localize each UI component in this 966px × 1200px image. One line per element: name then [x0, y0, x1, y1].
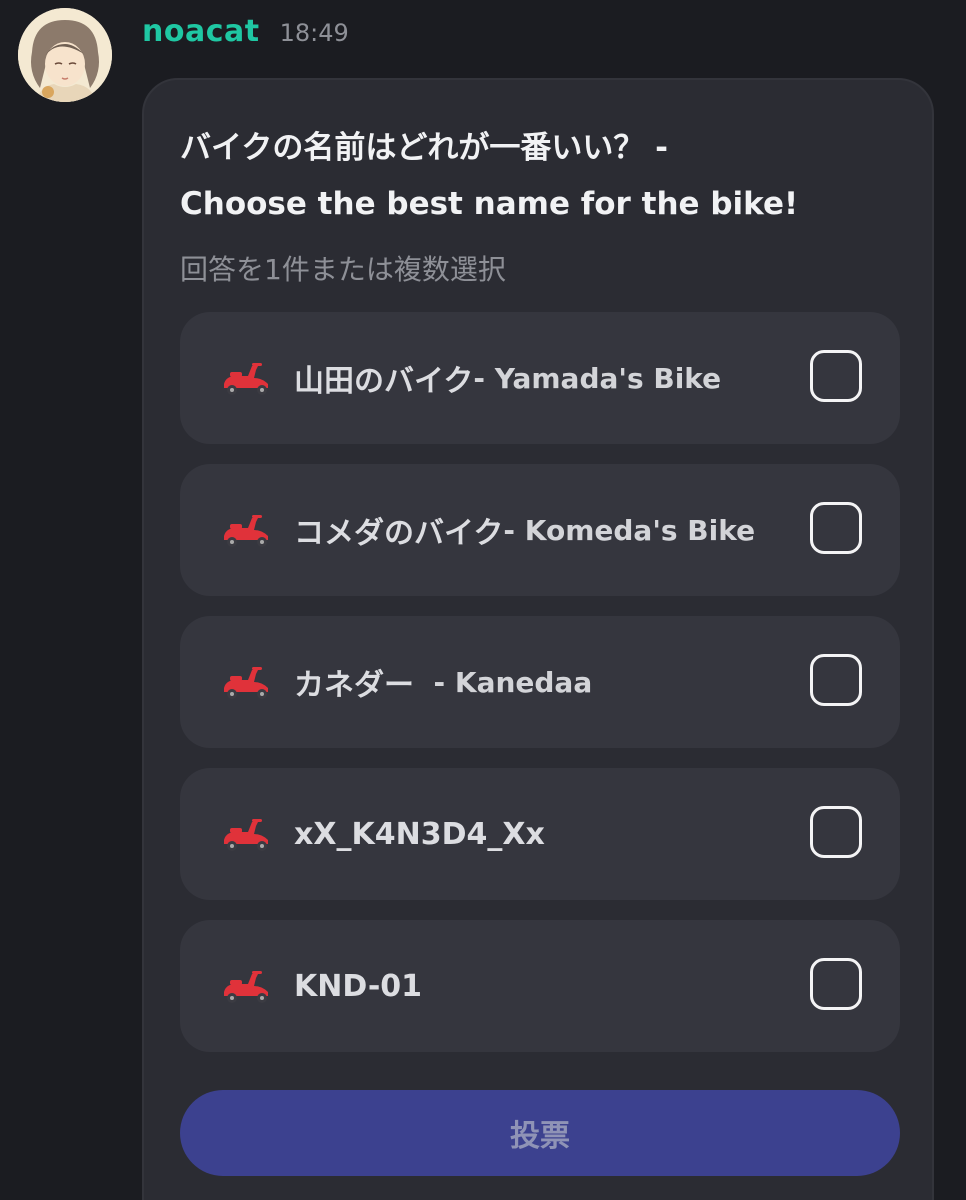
poll-option-3[interactable]: カネダー - Kanedaa: [180, 616, 900, 748]
username[interactable]: noacat: [142, 14, 260, 49]
poll-card: バイクの名前はどれが一番いい？ - Choose the best name f…: [142, 78, 934, 1200]
scooter-icon: [224, 971, 268, 1003]
poll-instructions: 回答を1件または複数選択: [180, 253, 506, 286]
poll-option-2[interactable]: コメダのバイク - Komeda's Bike: [180, 464, 900, 596]
scooter-icon: [224, 515, 268, 547]
poll-option-label-en: - Komeda's Bike: [503, 513, 756, 547]
chat-message: noacat 18:49 バイクの名前はどれが一番いい？ - Choose th…: [0, 0, 966, 1200]
poll-option-label: xX_K4N3D4_Xx: [294, 816, 545, 852]
poll-option-checkbox[interactable]: [810, 654, 862, 706]
poll-option-5[interactable]: KND-01: [180, 920, 900, 1052]
poll-question: バイクの名前はどれが一番いい？ - Choose the best name f…: [180, 120, 880, 232]
message-header: noacat 18:49: [142, 14, 349, 58]
poll-option-checkbox[interactable]: [810, 350, 862, 402]
user-avatar[interactable]: [18, 8, 112, 102]
poll-option-checkbox[interactable]: [810, 806, 862, 858]
scooter-icon: [224, 819, 268, 851]
scooter-icon: [224, 363, 268, 395]
poll-option-checkbox[interactable]: [810, 502, 862, 554]
poll-option-checkbox[interactable]: [810, 958, 862, 1010]
poll-option-label: KND-01: [294, 968, 423, 1004]
poll-question-line-1: バイクの名前はどれが一番いい？ -: [180, 130, 669, 166]
poll-option-label: カネダー: [294, 668, 414, 703]
poll-option-label-en: - Yamada's Bike: [473, 361, 722, 395]
poll-option-1[interactable]: 山田のバイク - Yamada's Bike: [180, 312, 900, 444]
poll-option-4[interactable]: xX_K4N3D4_Xx: [180, 768, 900, 900]
poll-option-label: コメダのバイク: [294, 516, 504, 551]
message-timestamp: 18:49: [279, 19, 349, 47]
poll-options: 山田のバイク - Yamada's Bike コメダのバイク - Komeda'…: [180, 312, 900, 1072]
poll-option-label-en: - Kanedaa: [414, 665, 593, 699]
scooter-icon: [224, 667, 268, 699]
vote-button[interactable]: 投票: [180, 1090, 900, 1176]
poll-option-label: 山田のバイク: [294, 364, 474, 399]
poll-question-line-2: Choose the best name for the bike!: [180, 186, 799, 222]
